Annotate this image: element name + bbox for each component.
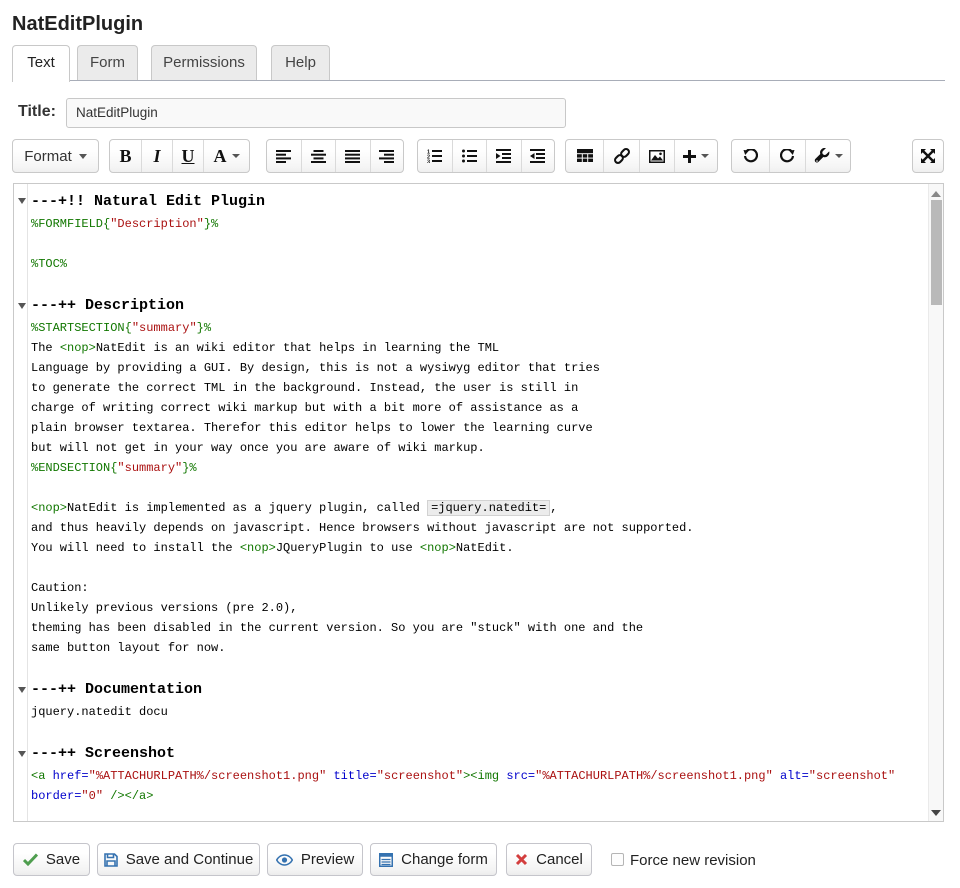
svg-text:3: 3 [427, 159, 430, 163]
